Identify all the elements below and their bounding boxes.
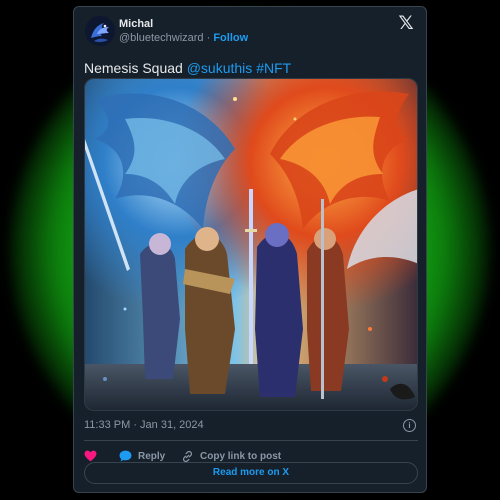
post-header: Michal @bluetechwizard · Follow 𝕏 (74, 7, 426, 53)
dragon-avatar-icon (85, 16, 115, 46)
author-handle[interactable]: @bluetechwizard (119, 32, 204, 44)
post-image[interactable] (84, 78, 418, 411)
embedded-post-card: Michal @bluetechwizard · Follow 𝕏 Nemesi… (73, 6, 427, 493)
post-text: Nemesis Squad @sukuthis #NFT (84, 60, 291, 76)
author-handle-line: @bluetechwizard · Follow (119, 32, 248, 44)
x-logo-icon[interactable]: 𝕏 (396, 14, 416, 34)
heart-icon (84, 450, 97, 462)
author-name[interactable]: Michal (119, 18, 153, 30)
avatar[interactable] (85, 16, 115, 46)
mention-link[interactable]: @sukuthis (187, 60, 253, 76)
follow-button[interactable]: Follow (213, 32, 248, 44)
read-more-button[interactable]: Read more on X (84, 462, 418, 484)
post-text-plain: Nemesis Squad (84, 60, 187, 76)
info-icon[interactable]: i (403, 419, 416, 432)
page-background: Michal @bluetechwizard · Follow 𝕏 Nemesi… (0, 0, 500, 500)
link-icon (182, 450, 193, 462)
reply-label: Reply (138, 450, 166, 462)
reply-bubble-icon (119, 450, 132, 462)
handle-separator: · (203, 32, 214, 44)
hashtag-link[interactable]: #NFT (256, 60, 291, 76)
post-meta: 11:33 PM · Jan 31, 2024 i (84, 417, 418, 435)
copy-link-label: Copy link to post (200, 450, 282, 462)
fantasy-warriors-artwork (85, 79, 417, 410)
divider (84, 440, 418, 441)
post-timestamp[interactable]: 11:33 PM · Jan 31, 2024 (84, 419, 204, 431)
